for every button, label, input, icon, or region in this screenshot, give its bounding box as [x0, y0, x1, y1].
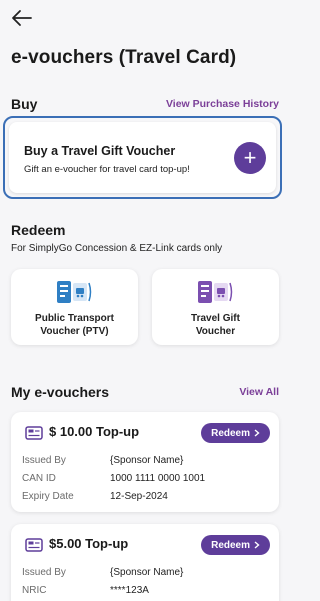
- plus-icon: +: [243, 145, 257, 170]
- ptv-card-icon: [57, 281, 92, 303]
- row-key: Expiry Date: [22, 491, 74, 502]
- buy-travel-gift-voucher-card[interactable]: Buy a Travel Gift Voucher Gift an e-vouc…: [3, 116, 282, 199]
- chevron-right-icon: [254, 541, 260, 549]
- buy-card-title: Buy a Travel Gift Voucher: [24, 144, 176, 158]
- chevron-right-icon: [254, 429, 260, 437]
- travel-gift-label-line2: Voucher: [195, 325, 236, 337]
- redeem-button[interactable]: Redeem: [201, 423, 270, 443]
- ptv-label-line1: Public Transport: [35, 313, 114, 324]
- gift-card-icon: [198, 281, 233, 303]
- voucher-card[interactable]: $ 10.00 Top-up Redeem Issued By {Sponsor…: [11, 412, 279, 512]
- row-value: {Sponsor Name}: [110, 455, 184, 466]
- redeem-subtitle: For SimplyGo Concession & EZ-Link cards …: [11, 243, 223, 254]
- view-all-link[interactable]: View All: [239, 386, 279, 398]
- travel-gift-label-line1: Travel Gift: [191, 313, 240, 324]
- row-value: 12-Sep-2024: [110, 491, 168, 502]
- redeem-ptv-tile[interactable]: Public Transport Voucher (PTV): [11, 269, 138, 345]
- buy-heading: Buy: [11, 96, 38, 112]
- buy-card-subtitle: Gift an e-voucher for travel card top-up…: [24, 164, 190, 175]
- row-key: NRIC: [22, 585, 47, 596]
- redeem-button-label: Redeem: [211, 539, 250, 551]
- my-evouchers-heading: My e-vouchers: [11, 384, 110, 400]
- redeem-travel-gift-tile[interactable]: Travel Gift Voucher: [152, 269, 279, 345]
- redeem-heading: Redeem: [11, 222, 66, 238]
- row-value: 1000 1111 0000 1001: [110, 473, 206, 484]
- voucher-title: $ 10.00 Top-up: [49, 424, 140, 439]
- voucher-ticket-icon: [25, 426, 43, 440]
- row-key: CAN ID: [22, 473, 56, 484]
- row-value: {Sponsor Name}: [110, 567, 184, 578]
- view-purchase-history-link[interactable]: View Purchase History: [166, 98, 279, 110]
- voucher-title: $5.00 Top-up: [49, 536, 129, 551]
- redeem-button[interactable]: Redeem: [201, 535, 270, 555]
- row-key: Issued By: [22, 567, 66, 578]
- row-value: ****123A: [110, 585, 149, 596]
- ptv-label-line2: Voucher (PTV): [40, 325, 109, 337]
- page-title: e-vouchers (Travel Card): [11, 47, 237, 68]
- voucher-card[interactable]: $5.00 Top-up Redeem Issued By {Sponsor N…: [11, 524, 279, 601]
- back-arrow-icon[interactable]: [10, 8, 34, 28]
- add-voucher-button[interactable]: +: [234, 142, 266, 174]
- voucher-ticket-icon: [25, 538, 43, 552]
- redeem-button-label: Redeem: [211, 427, 250, 439]
- row-key: Issued By: [22, 455, 66, 466]
